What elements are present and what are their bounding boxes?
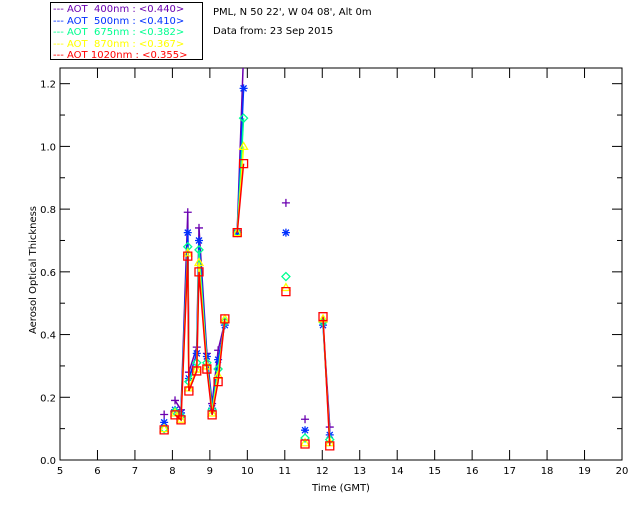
x-tick-label: 18	[541, 466, 554, 477]
x-tick-label: 12	[316, 466, 329, 477]
x-tick-label: 8	[169, 466, 175, 477]
data-point	[171, 396, 180, 405]
y-tick-label: 1.0	[40, 142, 56, 153]
x-tick-label: 9	[207, 466, 213, 477]
x-tick-label: 10	[241, 466, 254, 477]
x-tick-label: 5	[57, 466, 63, 477]
y-tick-label: 0.2	[40, 393, 56, 404]
x-tick-label: 20	[616, 466, 629, 477]
x-tick-label: 7	[132, 466, 138, 477]
x-tick-label: 14	[391, 466, 404, 477]
y-tick-label: 0.4	[40, 331, 56, 342]
data-point	[301, 415, 310, 424]
y-axis-label: Aerosol Optical Thickness	[28, 206, 39, 334]
x-tick-label: 17	[503, 466, 516, 477]
x-tick-label: 13	[353, 466, 366, 477]
series-aot-1020nm	[159, 158, 335, 451]
data-point	[240, 48, 248, 56]
series-aot-500nm	[160, 84, 334, 439]
data-point	[281, 228, 290, 237]
x-tick-label: 19	[578, 466, 591, 477]
y-tick-label: 0.8	[40, 205, 56, 216]
data-point	[183, 228, 192, 237]
data-point	[160, 410, 169, 419]
series-line	[174, 256, 226, 422]
y-tick-label: 0.0	[40, 456, 56, 467]
data-point	[281, 271, 291, 282]
data-point	[239, 84, 248, 93]
data-point	[183, 208, 192, 217]
x-tick-label: 11	[278, 466, 291, 477]
x-tick-label: 6	[94, 466, 100, 477]
data-point	[301, 426, 310, 435]
aot-chart: Time (GMT) Aerosol Optical Thickness 5 6 7…	[28, 48, 629, 494]
data-point	[281, 198, 290, 207]
data-point	[195, 236, 204, 245]
series-aot-400nm	[160, 48, 334, 432]
x-tick-label: 16	[466, 466, 479, 477]
y-tick-label: 0.6	[40, 268, 56, 279]
y-tick-label: 1.2	[40, 80, 56, 91]
plot-frame	[59, 67, 623, 461]
x-axis-label: Time (GMT)	[311, 483, 370, 494]
data-point	[195, 223, 204, 232]
x-tick-label: 15	[428, 466, 441, 477]
